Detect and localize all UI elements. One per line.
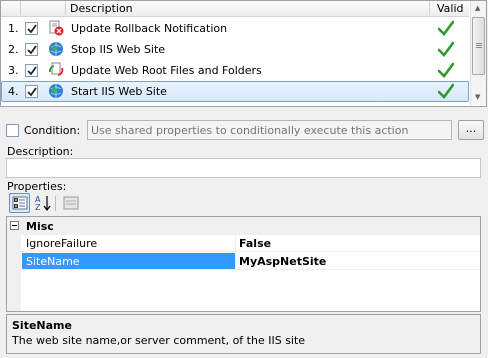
property-name[interactable]: IgnoreFailure — [25, 235, 235, 251]
condition-browse-button[interactable]: ... — [458, 120, 484, 140]
valid-check-icon — [437, 83, 455, 99]
help-title: SiteName — [12, 319, 72, 332]
row-label: Stop IIS Web Site — [71, 43, 166, 56]
row-label: Update Rollback Notification — [71, 22, 228, 35]
property-value[interactable]: MyAspNetSite — [239, 255, 326, 268]
valid-check-icon — [437, 41, 455, 57]
collapse-icon[interactable] — [10, 221, 19, 230]
iis-start-icon — [48, 83, 64, 99]
help-text: The web site name,or server comment, of … — [12, 334, 306, 347]
properties-label: Properties: — [7, 180, 67, 193]
grip-line — [476, 45, 482, 46]
action-row[interactable]: 2. Stop IIS Web Site — [1, 39, 469, 60]
row-number: 3. — [8, 64, 19, 77]
condition-checkbox[interactable] — [6, 124, 19, 137]
categorized-view-button[interactable] — [9, 193, 30, 213]
property-value[interactable]: False — [239, 237, 271, 250]
alphabetical-sort-icon: A Z — [34, 194, 52, 215]
action-row[interactable]: 1. Update Rollback Notification — [1, 18, 469, 39]
scrollbar-thumb[interactable] — [472, 17, 485, 75]
scroll-up-icon[interactable]: ▲ — [475, 4, 480, 12]
row-number: 1. — [8, 22, 19, 35]
category-label: Misc — [26, 220, 54, 233]
iis-stop-icon — [48, 41, 64, 57]
row-number: 2. — [8, 43, 19, 56]
condition-input[interactable] — [87, 120, 452, 140]
description-label: Description: — [7, 145, 74, 158]
valid-check-icon — [437, 20, 455, 36]
row-number: 4. — [8, 85, 19, 98]
categorized-view-icon — [12, 195, 28, 214]
row-label: Update Web Root Files and Folders — [71, 64, 262, 77]
column-header-valid[interactable]: Valid — [437, 2, 464, 15]
grip-line — [476, 47, 482, 48]
valid-check-icon — [437, 62, 455, 78]
condition-label: Condition: — [24, 124, 81, 137]
vertical-scrollbar[interactable]: ▲ ▼ — [470, 1, 486, 105]
row-checkbox[interactable] — [25, 43, 38, 56]
toolbar-separator — [55, 196, 56, 211]
svg-text:Z: Z — [35, 203, 41, 212]
file-update-icon — [48, 62, 64, 78]
alphabetical-sort-button[interactable]: A Z — [32, 193, 53, 213]
row-checkbox[interactable] — [25, 22, 38, 35]
scroll-down-icon[interactable]: ▼ — [475, 93, 480, 101]
grip-line — [476, 43, 482, 44]
action-row[interactable]: 3. Update Web Root Files and Folders — [1, 60, 469, 81]
header-separator — [65, 1, 66, 15]
property-pages-icon — [63, 195, 79, 214]
action-row-selected[interactable]: 4. Start IIS Web Site — [1, 81, 469, 102]
row-label: Start IIS Web Site — [71, 85, 167, 98]
property-name[interactable]: SiteName — [22, 253, 235, 269]
rollback-notification-icon — [48, 20, 64, 36]
header-separator — [20, 1, 21, 15]
description-input[interactable] — [6, 158, 481, 178]
property-pages-button[interactable] — [61, 193, 82, 213]
row-checkbox[interactable] — [25, 85, 38, 98]
row-checkbox[interactable] — [25, 64, 38, 77]
property-column-divider[interactable] — [235, 235, 236, 271]
category-row[interactable] — [7, 217, 480, 235]
column-header-description[interactable]: Description — [70, 2, 133, 15]
header-separator — [429, 1, 430, 15]
